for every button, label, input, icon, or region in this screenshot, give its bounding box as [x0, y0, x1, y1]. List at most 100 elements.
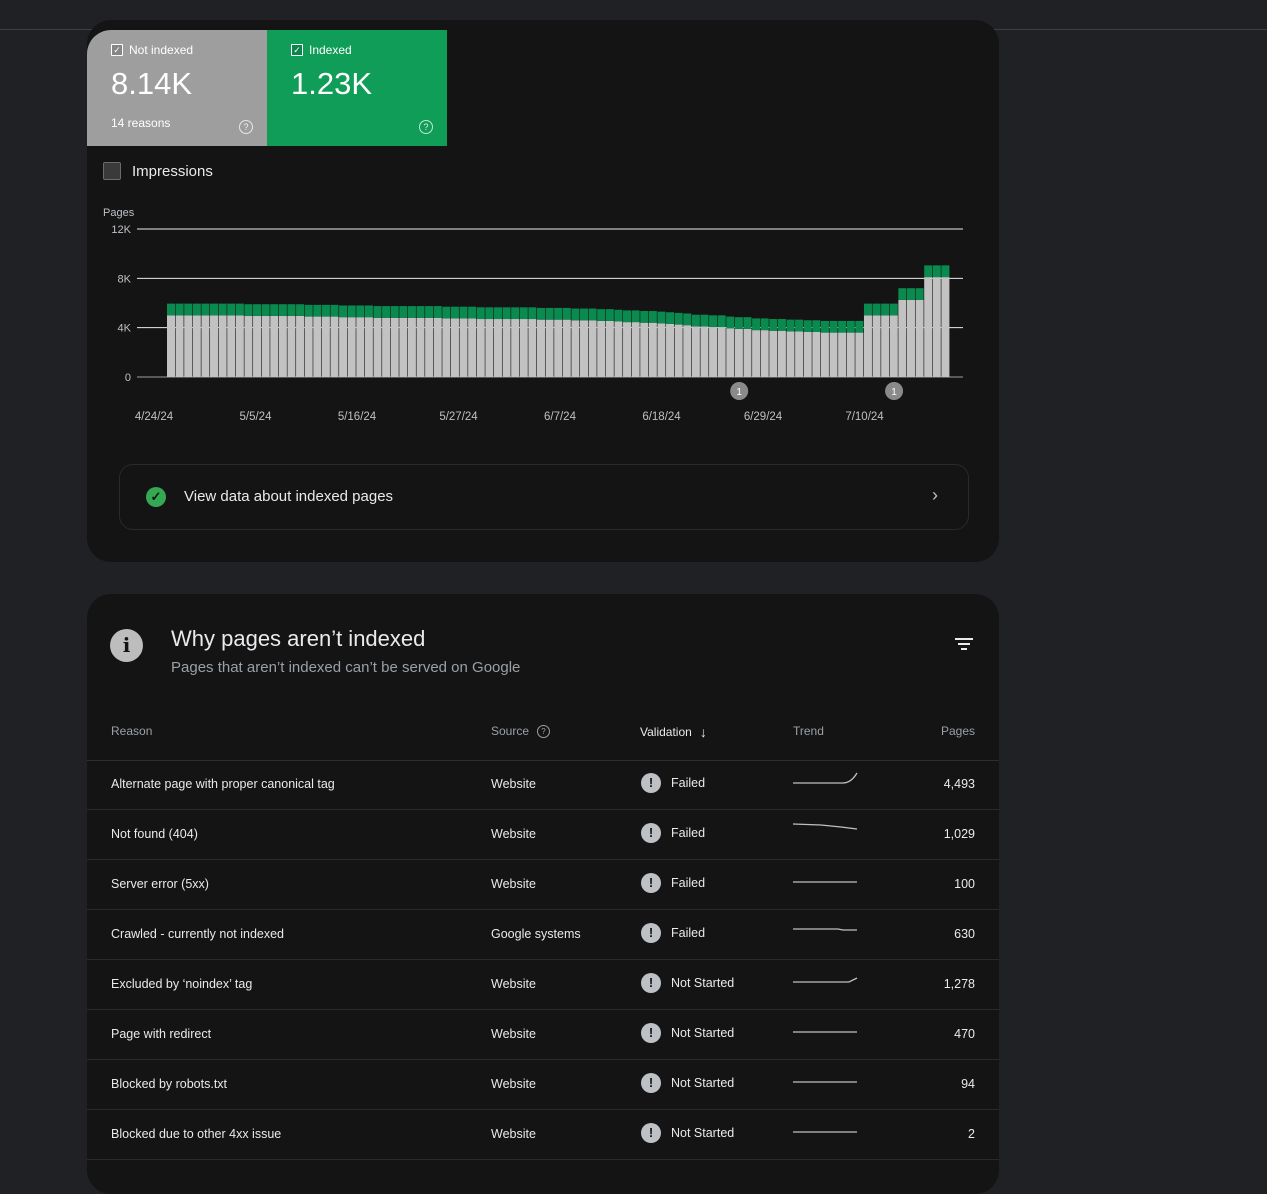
bar-not-indexed	[373, 317, 382, 377]
bar-not-indexed	[872, 315, 881, 377]
bar-not-indexed	[924, 277, 933, 377]
bar-not-indexed	[450, 318, 459, 377]
alert-icon: !	[641, 773, 661, 793]
table-row[interactable]: Blocked due to other 4xx issue Website! No…	[87, 1110, 999, 1160]
bar-not-indexed	[184, 315, 193, 377]
validation-status: Not Started	[671, 1126, 735, 1140]
bar-not-indexed	[820, 332, 829, 377]
table-row[interactable]: Alternate page with proper canonical tag…	[87, 760, 999, 810]
bar-indexed	[657, 311, 666, 324]
bar-indexed	[829, 320, 838, 333]
bar-not-indexed	[829, 332, 838, 377]
bar-indexed	[932, 265, 941, 278]
reason-cell: Alternate page with proper canonical tag	[111, 777, 335, 791]
help-icon[interactable]: ?	[239, 120, 253, 134]
bar-not-indexed	[881, 315, 890, 377]
bar-indexed	[915, 288, 924, 300]
validation-cell: ! Failed	[641, 923, 705, 943]
indexed-checkbox[interactable]: ✓	[291, 44, 303, 56]
header-trend: Trend	[793, 724, 824, 738]
bar-not-indexed	[416, 317, 425, 377]
bar-indexed	[889, 303, 898, 316]
table-row[interactable]: Page with redirect Website! Not Started 470	[87, 1010, 999, 1060]
bar-not-indexed	[407, 317, 416, 377]
trend-sparkline	[793, 823, 858, 830]
table-row[interactable]: Server error (5xx) Website! Failed 100	[87, 860, 999, 910]
pages-cell: 1,029	[943, 827, 975, 841]
bar-not-indexed	[769, 330, 778, 377]
bar-indexed	[425, 306, 434, 318]
help-icon[interactable]: ?	[537, 724, 551, 738]
bar-indexed	[588, 308, 597, 321]
bar-indexed	[855, 320, 864, 333]
bar-indexed	[734, 317, 743, 329]
bar-not-indexed	[235, 315, 244, 377]
header-reason[interactable]: Reason	[111, 724, 152, 738]
bar-indexed	[201, 303, 210, 316]
bar-indexed	[227, 303, 236, 316]
bar-not-indexed	[218, 315, 227, 377]
pages-cell: 470	[954, 1027, 975, 1041]
table-row[interactable]: Not found (404) Website! Failed 1,029	[87, 810, 999, 860]
trend-sparkline	[793, 1081, 857, 1083]
bar-indexed	[562, 307, 571, 320]
filter-icon[interactable]	[955, 638, 973, 653]
table-row[interactable]: Blocked by robots.txt Website! Not Started…	[87, 1060, 999, 1110]
pages-cell: 4,493	[943, 777, 975, 791]
bar-indexed	[838, 320, 847, 333]
bar-not-indexed	[554, 319, 563, 377]
bar-not-indexed	[425, 317, 434, 377]
bar-not-indexed	[364, 317, 373, 377]
bar-indexed	[339, 305, 348, 318]
bar-not-indexed	[296, 315, 305, 377]
bar-indexed	[605, 309, 614, 321]
bar-not-indexed	[777, 330, 786, 377]
not-indexed-checkbox[interactable]: ✓	[111, 44, 123, 56]
x-tick-label: 5/27/24	[439, 411, 478, 423]
not-indexed-tile[interactable]: ✓ Not indexed 8.14K 14 reasons ?	[87, 30, 267, 146]
bar-indexed	[666, 312, 675, 324]
bar-not-indexed	[932, 277, 941, 377]
bar-not-indexed	[167, 315, 175, 377]
bar-indexed	[519, 307, 528, 320]
bar-not-indexed	[210, 315, 219, 377]
alert-icon: !	[641, 923, 661, 943]
bar-indexed	[373, 306, 382, 318]
impressions-toggle[interactable]: Impressions	[103, 162, 213, 180]
header-source[interactable]: Source ?	[491, 724, 551, 738]
source-cell: Website	[491, 977, 536, 991]
bar-not-indexed	[666, 323, 675, 377]
bar-not-indexed	[485, 319, 494, 377]
arrow-down-icon: ↓	[699, 724, 707, 740]
source-cell: Google systems	[491, 927, 581, 941]
help-icon[interactable]: ?	[419, 120, 433, 134]
bar-not-indexed	[493, 319, 502, 377]
table-header: Reason Source ? Validation ↓ Trend Pages	[87, 710, 999, 761]
header-validation[interactable]: Validation ↓	[640, 724, 707, 740]
bar-indexed	[597, 309, 606, 321]
bar-indexed	[846, 320, 855, 333]
table-row[interactable]: Excluded by ‘noindex’ tag Website! Not Sta…	[87, 960, 999, 1010]
bar-indexed	[270, 304, 279, 316]
reason-cell: Server error (5xx)	[111, 877, 209, 891]
bar-not-indexed	[261, 315, 270, 377]
bar-indexed	[717, 315, 726, 328]
header-pages[interactable]: Pages	[941, 724, 975, 738]
bar-not-indexed	[442, 318, 451, 377]
annotation-label: 1	[891, 387, 897, 398]
reason-cell: Blocked due to other 4xx issue	[111, 1127, 282, 1141]
bar-indexed	[528, 307, 537, 320]
indexed-tile[interactable]: ✓ Indexed 1.23K ?	[267, 30, 447, 146]
bar-indexed	[777, 319, 786, 331]
bar-indexed	[192, 303, 201, 316]
validation-cell: ! Not Started	[641, 973, 734, 993]
table-row[interactable]: Crawled - currently not indexed Google sy…	[87, 910, 999, 960]
reason-cell: Not found (404)	[111, 827, 198, 841]
source-cell: Website	[491, 877, 536, 891]
view-indexed-pages-link[interactable]: ✓ View data about indexed pages ›	[119, 464, 969, 530]
bar-indexed	[476, 307, 485, 320]
bar-not-indexed	[304, 316, 313, 377]
bar-indexed	[554, 307, 563, 320]
bar-not-indexed	[752, 330, 761, 377]
impressions-checkbox[interactable]	[103, 162, 121, 180]
